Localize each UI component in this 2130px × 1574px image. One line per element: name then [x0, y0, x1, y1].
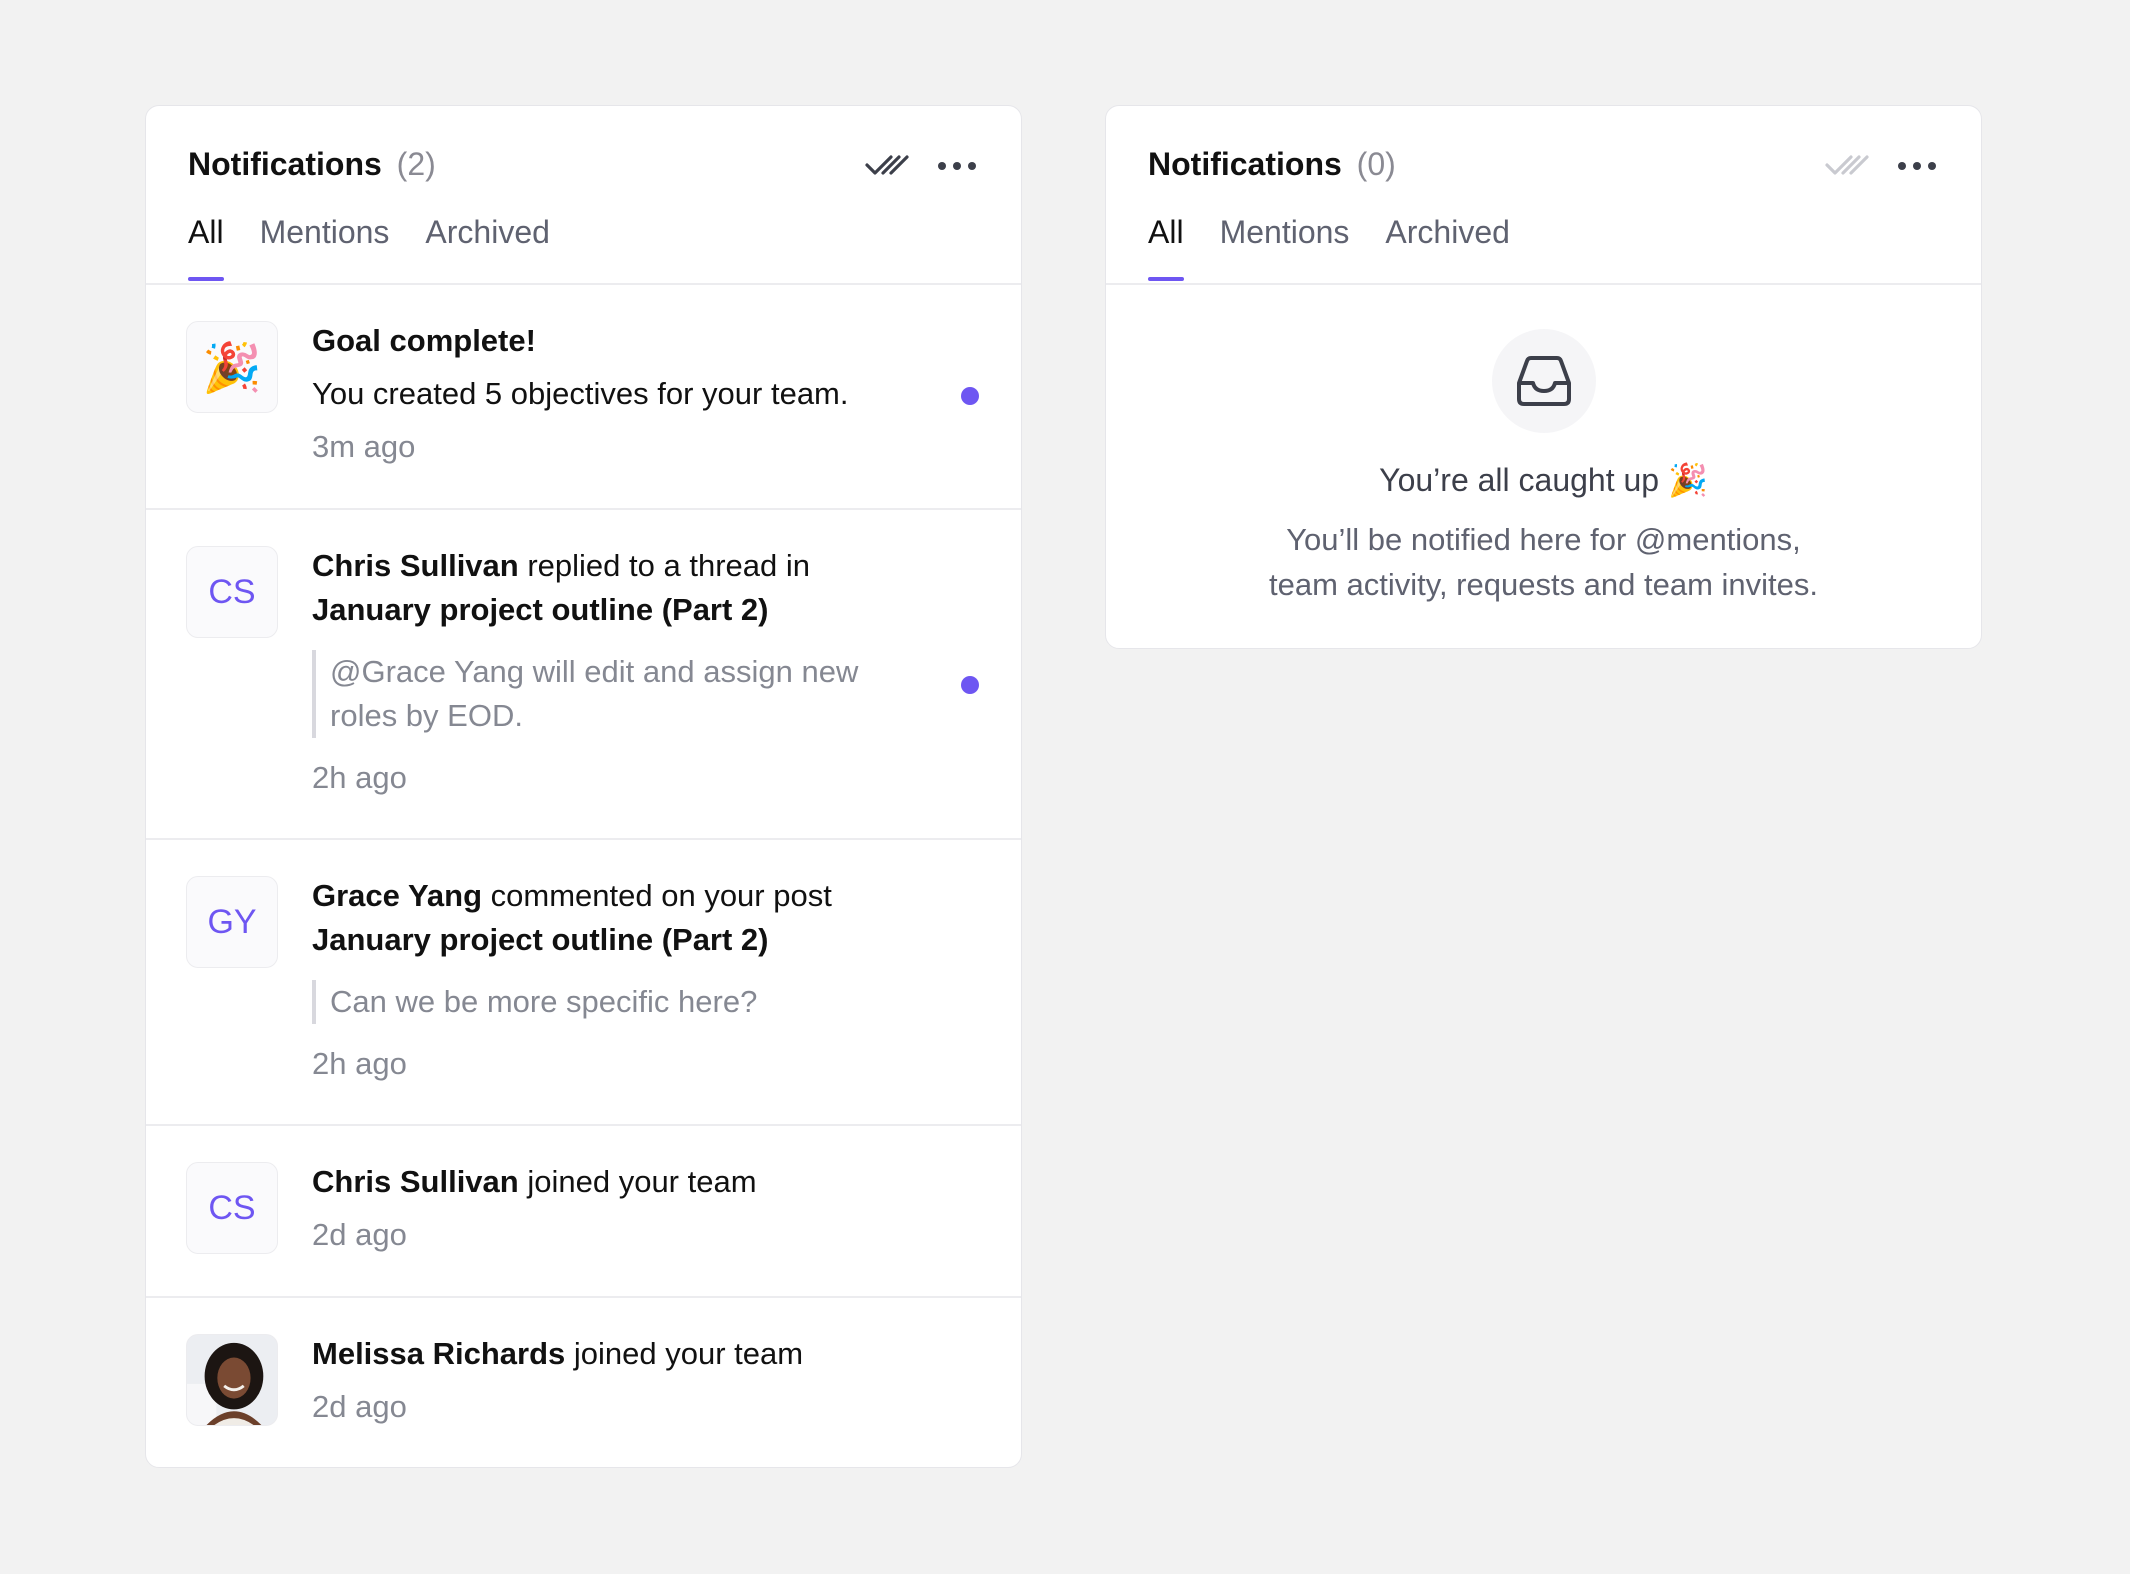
notification-time: 2d ago [312, 1389, 407, 1424]
notification-tabs: All Mentions Archived [1148, 214, 1510, 281]
notification-content: Grace Yang commented on your post Januar… [312, 874, 941, 1086]
target-link[interactable]: January project outline (Part 2) [312, 592, 769, 627]
notification-time: 2d ago [312, 1217, 407, 1252]
tab-all[interactable]: All [1148, 214, 1184, 281]
avatar: CS [186, 1162, 278, 1254]
notification-count: (2) [396, 146, 436, 182]
tab-mentions[interactable]: Mentions [260, 214, 390, 279]
avatar-photo [186, 1334, 278, 1426]
empty-state-description: You’ll be notified here for @mentions, t… [1106, 517, 1981, 607]
notification-action: replied to a thread in [518, 548, 810, 583]
tab-mentions[interactable]: Mentions [1220, 214, 1350, 279]
notification-content: Melissa Richards joined your team 2d ago [312, 1332, 941, 1429]
panel-header: Notifications (0) All Mentions Archived [1106, 106, 1981, 285]
notification-content: Goal complete! You created 5 objectives … [312, 319, 941, 469]
notification-item-joined[interactable]: Melissa Richards joined your team 2d ago [146, 1298, 1021, 1467]
notification-action: joined your team [518, 1164, 757, 1199]
tab-archived[interactable]: Archived [425, 214, 550, 279]
notification-action: commented on your post [482, 878, 832, 913]
notifications-panel-empty: Notifications (0) All Mentions Archived [1105, 105, 1982, 649]
actor-name[interactable]: Melissa Richards [312, 1336, 565, 1371]
notification-count: (0) [1356, 146, 1396, 182]
notifications-panel-with-items: Notifications (2) All Mentions Archived … [145, 105, 1022, 1468]
mark-all-read-icon[interactable] [1823, 146, 1871, 186]
notification-item-goal-complete[interactable]: 🎉 Goal complete! You created 5 objective… [146, 285, 1021, 510]
unread-indicator [961, 676, 979, 694]
notification-content: Chris Sullivan replied to a thread in Ja… [312, 544, 941, 800]
more-options-icon[interactable] [1893, 146, 1941, 186]
avatar: CS [186, 546, 278, 638]
panel-title-row: Notifications (2) [188, 146, 436, 183]
panel-header: Notifications (2) All Mentions Archived [146, 106, 1021, 285]
party-popper-icon: 🎉 [186, 321, 278, 413]
tab-all[interactable]: All [188, 214, 224, 281]
empty-state-title: You’re all caught up 🎉 [1379, 462, 1708, 498]
panel-title: Notifications [1148, 146, 1342, 182]
quoted-message: @Grace Yang will edit and assign new rol… [312, 650, 912, 738]
notification-item-reply[interactable]: CS Chris Sullivan replied to a thread in… [146, 510, 1021, 840]
notification-time: 3m ago [312, 429, 416, 464]
more-options-icon[interactable] [933, 146, 981, 186]
notification-time: 2h ago [312, 760, 407, 795]
notification-item-comment[interactable]: GY Grace Yang commented on your post Jan… [146, 840, 1021, 1126]
empty-state: You’re all caught up 🎉 You’ll be notifie… [1106, 285, 1981, 607]
unread-indicator [961, 387, 979, 405]
empty-state-description-line: You’ll be notified here for @mentions, [1286, 522, 1801, 557]
notification-tabs: All Mentions Archived [188, 214, 550, 281]
notification-item-joined[interactable]: CS Chris Sullivan joined your team 2d ag… [146, 1126, 1021, 1298]
notification-time: 2h ago [312, 1046, 407, 1081]
target-link[interactable]: January project outline (Part 2) [312, 922, 769, 957]
actor-name[interactable]: Chris Sullivan [312, 548, 519, 583]
avatar: GY [186, 876, 278, 968]
notification-title: Goal complete! [312, 323, 536, 358]
notification-action: joined your team [565, 1336, 804, 1371]
notification-text: You created 5 objectives for your team. [312, 376, 849, 411]
quoted-message: Can we be more specific here? [312, 980, 941, 1024]
panel-title: Notifications [188, 146, 382, 182]
actor-name[interactable]: Grace Yang [312, 878, 482, 913]
notification-content: Chris Sullivan joined your team 2d ago [312, 1160, 941, 1257]
panel-title-row: Notifications (0) [1148, 146, 1396, 183]
tab-archived[interactable]: Archived [1385, 214, 1510, 279]
empty-state-description-line: team activity, requests and team invites… [1268, 567, 1819, 602]
mark-all-read-icon[interactable] [863, 146, 911, 186]
actor-name[interactable]: Chris Sullivan [312, 1164, 519, 1199]
inbox-icon [1491, 329, 1596, 433]
